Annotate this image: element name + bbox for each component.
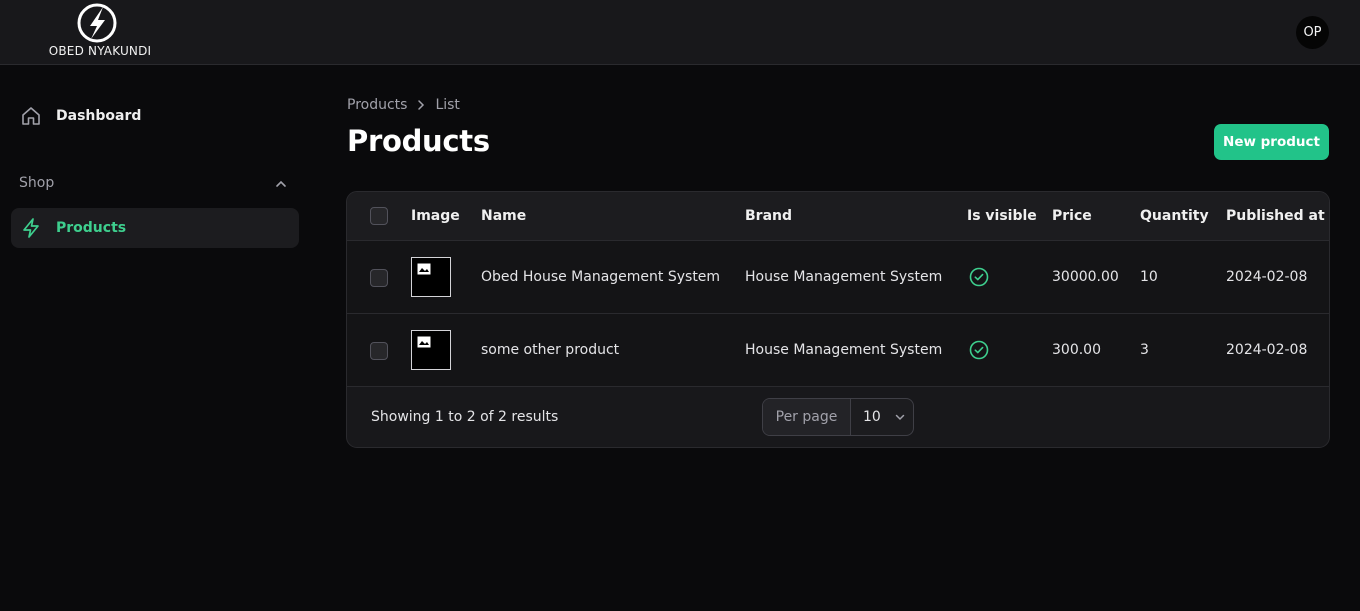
top-bar: OBED NYAKUNDI OP <box>0 0 1360 65</box>
check-circle-icon <box>969 340 989 360</box>
cell-quantity: 10 <box>1140 269 1158 285</box>
lightning-icon <box>20 217 42 239</box>
products-table: Image Name Brand Is visible Price Quanti… <box>346 191 1330 448</box>
per-page-label: Per page <box>763 399 851 435</box>
sidebar: Dashboard Shop Products <box>0 66 310 611</box>
cell-quantity: 3 <box>1140 342 1149 358</box>
column-header-is-visible[interactable]: Is visible <box>967 208 1037 224</box>
table-row[interactable]: some other product House Management Syst… <box>347 314 1329 387</box>
column-header-published-at[interactable]: Published at <box>1226 208 1325 224</box>
product-thumbnail <box>411 257 451 297</box>
per-page-dropdown[interactable]: 10 <box>851 399 913 435</box>
column-header-quantity[interactable]: Quantity <box>1140 208 1209 224</box>
chevron-right-icon <box>407 99 435 111</box>
column-header-brand[interactable]: Brand <box>745 208 792 224</box>
sidebar-item-label: Dashboard <box>56 108 142 124</box>
broken-image-icon <box>417 336 431 348</box>
product-thumbnail <box>411 330 451 370</box>
lightning-logo-icon <box>77 3 117 43</box>
column-header-price[interactable]: Price <box>1052 208 1092 224</box>
cell-published-at: 2024-02-08 <box>1226 269 1308 285</box>
breadcrumb: Products List <box>347 97 460 113</box>
cell-price: 300.00 <box>1052 342 1101 358</box>
new-product-button[interactable]: New product <box>1214 124 1329 160</box>
chevron-up-icon[interactable] <box>273 176 289 192</box>
breadcrumb-item-products[interactable]: Products <box>347 97 407 113</box>
select-all-checkbox[interactable] <box>370 207 388 225</box>
per-page-select[interactable]: Per page 10 <box>762 398 914 436</box>
cell-brand: House Management System <box>745 342 943 358</box>
brand-name: OBED NYAKUNDI <box>48 44 152 58</box>
column-header-image: Image <box>411 208 460 224</box>
cell-price: 30000.00 <box>1052 269 1119 285</box>
brand-logo[interactable]: OBED NYAKUNDI <box>48 2 152 60</box>
table-header: Image Name Brand Is visible Price Quanti… <box>347 192 1329 241</box>
sidebar-item-dashboard[interactable]: Dashboard <box>11 96 299 136</box>
sidebar-group-shop[interactable]: Shop <box>19 175 54 191</box>
per-page-value: 10 <box>863 409 881 425</box>
cell-name: some other product <box>481 342 620 358</box>
chevron-down-icon <box>895 414 905 421</box>
broken-image-icon <box>417 263 431 275</box>
sidebar-item-label: Products <box>56 220 127 236</box>
row-checkbox[interactable] <box>370 269 388 287</box>
column-header-name[interactable]: Name <box>481 208 526 224</box>
cell-name: Obed House Management System <box>481 269 721 285</box>
cell-published-at: 2024-02-08 <box>1226 342 1308 358</box>
sidebar-item-products[interactable]: Products <box>11 208 299 248</box>
user-avatar[interactable]: OP <box>1296 16 1329 49</box>
pagination-summary: Showing 1 to 2 of 2 results <box>371 409 559 425</box>
row-checkbox[interactable] <box>370 342 388 360</box>
home-icon <box>20 105 42 127</box>
page-title: Products <box>347 124 490 158</box>
table-row[interactable]: Obed House Management System House Manag… <box>347 241 1329 314</box>
cell-brand: House Management System <box>745 269 943 285</box>
check-circle-icon <box>969 267 989 287</box>
breadcrumb-item-list: List <box>435 97 460 113</box>
